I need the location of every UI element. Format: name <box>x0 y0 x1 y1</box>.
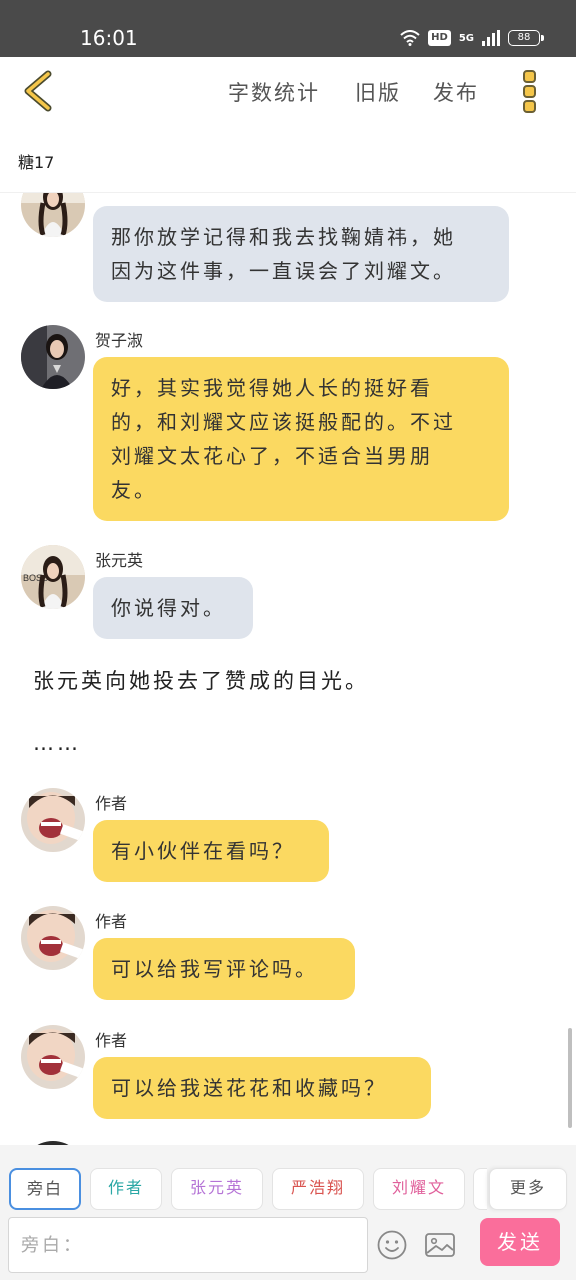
avatar-image: BOSS <box>21 193 85 237</box>
smiley-icon <box>377 1230 407 1260</box>
old-version-link[interactable]: 旧版 <box>355 77 401 107</box>
role-chip-zhang-yuanying[interactable]: 张元英 <box>171 1168 263 1210</box>
role-chip-label: 张元英 <box>189 1178 244 1197</box>
battery-level: 88 <box>517 32 531 43</box>
role-chip-partial[interactable] <box>473 1168 487 1210</box>
avatar[interactable] <box>21 1025 85 1089</box>
speaker-name: 张元英 <box>95 551 144 570</box>
message-bubble[interactable]: 可以给我送花花和收藏吗？ <box>93 1057 431 1119</box>
avatar[interactable]: BOSS <box>21 193 85 237</box>
role-chip-yan-haoxiang[interactable]: 严浩翔 <box>272 1168 364 1210</box>
message-line: 你说得对。 <box>111 596 226 620</box>
message-line: 因为这件事，一直误会了刘耀文。 <box>111 259 456 283</box>
speaker-name: 作者 <box>95 1031 128 1050</box>
message-bubble[interactable]: 那你放学记得和我去找鞠婧祎，她 因为这件事，一直误会了刘耀文。 <box>93 206 509 302</box>
image-button[interactable] <box>424 1229 456 1261</box>
avatar-image <box>21 788 85 852</box>
message-line: 可以给我送花花和收藏吗？ <box>111 1076 387 1100</box>
more-vertical-icon <box>523 70 536 113</box>
message-line: 好，其实我觉得她人长的挺好看 <box>111 376 433 400</box>
message-bubble[interactable]: 好，其实我觉得她人长的挺好看 的，和刘耀文应该挺般配的。不过 刘耀文太花心了，不… <box>93 357 509 521</box>
input-bar: 发送 <box>0 1213 576 1280</box>
message-bubble[interactable]: 有小伙伴在看吗？ <box>93 820 329 882</box>
message-input[interactable] <box>8 1217 368 1273</box>
more-roles-button[interactable]: 更多 <box>489 1168 567 1210</box>
status-icons: HD 5G 88 <box>400 27 544 49</box>
back-button[interactable] <box>18 69 62 113</box>
sub-header: 糖17 <box>0 127 576 193</box>
role-chip-label: 更多 <box>509 1178 546 1197</box>
role-chip-label: 刘耀文 <box>391 1178 446 1197</box>
speaker-name: 作者 <box>95 794 128 813</box>
chevron-left-icon <box>24 70 52 112</box>
image-icon <box>425 1233 455 1257</box>
message-line: 那你放学记得和我去找鞠婧祎，她 <box>111 225 456 249</box>
avatar[interactable] <box>21 906 85 970</box>
role-chip-label: 作者 <box>107 1178 144 1197</box>
message-line: 有小伙伴在看吗？ <box>111 839 295 863</box>
status-bar: 16:01 HD 5G 88 <box>0 0 576 57</box>
role-chip-narrator[interactable]: 旁白 <box>9 1168 81 1210</box>
message-line: 可以给我写评论吗。 <box>111 957 318 981</box>
avatar-image: BOSS <box>21 545 85 609</box>
avatar-image <box>21 906 85 970</box>
signal-icon <box>482 30 500 46</box>
avatar[interactable]: BOSS <box>21 545 85 609</box>
word-count-link[interactable]: 字数统计 <box>228 77 320 107</box>
speaker-name: 贺子淑 <box>95 331 144 350</box>
avatar-image <box>21 1025 85 1089</box>
role-chip-liu-yaowen[interactable]: 刘耀文 <box>373 1168 465 1210</box>
network-label: 5G <box>458 32 474 44</box>
top-bar: 字数统计 旧版 发布 <box>0 57 576 127</box>
send-button[interactable]: 发送 <box>480 1218 560 1266</box>
role-chip-author[interactable]: 作者 <box>90 1168 162 1210</box>
message-bubble[interactable]: 可以给我写评论吗。 <box>93 938 355 1000</box>
battery-icon: 88 <box>508 30 544 46</box>
avatar[interactable] <box>21 788 85 852</box>
wifi-icon <box>400 30 420 46</box>
status-time: 16:01 <box>80 26 138 50</box>
scrollbar-thumb[interactable] <box>568 1028 572 1128</box>
message-bubble[interactable]: 你说得对。 <box>93 577 253 639</box>
message-line: 刘耀文太花心了，不适合当男朋 <box>111 444 433 468</box>
more-menu-button[interactable] <box>514 69 546 115</box>
avatar-image <box>21 325 85 389</box>
role-chip-label: 严浩翔 <box>290 1178 345 1197</box>
narration-text[interactable]: …… <box>33 731 81 755</box>
emoji-button[interactable] <box>376 1229 408 1261</box>
chapter-title: 糖17 <box>18 153 55 172</box>
narration-text[interactable]: 张元英向她投去了赞成的目光。 <box>33 665 369 695</box>
role-chip-label: 旁白 <box>26 1179 63 1198</box>
publish-link[interactable]: 发布 <box>433 77 479 107</box>
role-chips-bar: 旁白 作者 张元英 严浩翔 刘耀文 更多 <box>0 1145 576 1213</box>
message-line: 友。 <box>111 478 157 502</box>
avatar[interactable] <box>21 325 85 389</box>
hd-badge: HD <box>428 30 451 46</box>
speaker-name: 作者 <box>95 912 128 931</box>
chat-area[interactable]: BOSS 那你放学记得和我去找鞠婧祎，她 因为这件事，一直误会了刘耀文。 贺子淑… <box>0 193 576 1145</box>
message-line: 的，和刘耀文应该挺般配的。不过 <box>111 410 456 434</box>
